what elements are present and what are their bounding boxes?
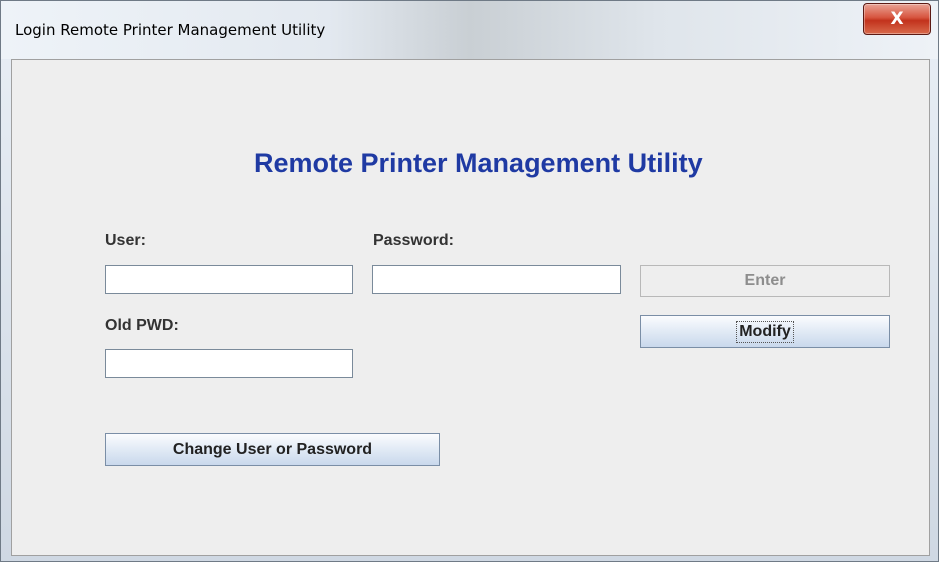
user-input[interactable]: [105, 265, 353, 294]
modify-button[interactable]: Modify: [640, 315, 890, 348]
login-panel: Remote Printer Management Utility User: …: [11, 59, 930, 556]
change-user-or-password-button[interactable]: Change User or Password: [105, 433, 440, 466]
old-pwd-label: Old PWD:: [105, 317, 179, 334]
page-title: Remote Printer Management Utility: [254, 148, 703, 178]
title-bar[interactable]: Login Remote Printer Management Utility …: [1, 1, 938, 59]
enter-button[interactable]: Enter: [640, 265, 890, 297]
old-password-input[interactable]: [105, 349, 353, 378]
close-icon: X: [890, 9, 904, 29]
window-title: Login Remote Printer Management Utility: [15, 21, 326, 39]
password-input[interactable]: [372, 265, 621, 294]
enter-button-label: Enter: [744, 272, 786, 289]
login-window: Login Remote Printer Management Utility …: [0, 0, 939, 562]
user-label: User:: [105, 232, 146, 249]
modify-button-label: Modify: [736, 320, 794, 343]
password-label: Password:: [373, 232, 454, 249]
change-button-label: Change User or Password: [172, 440, 373, 458]
close-button[interactable]: X: [863, 3, 931, 35]
